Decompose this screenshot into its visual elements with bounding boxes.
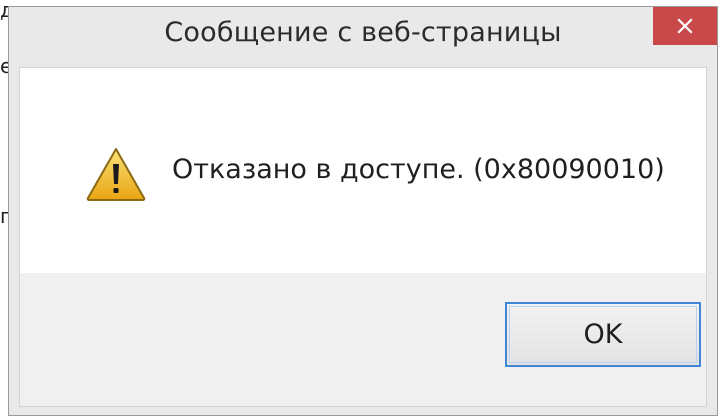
message-area: Отказано в доступе. (0x80090010) xyxy=(20,68,706,273)
dialog-title: Сообщение с веб-страницы xyxy=(164,17,562,48)
close-icon xyxy=(677,18,693,34)
close-button[interactable] xyxy=(653,7,717,45)
title-bar[interactable]: Сообщение с веб-страницы xyxy=(9,7,717,65)
ok-button-label: OK xyxy=(583,319,623,350)
message-dialog: Сообщение с веб-страницы Отказано в дост… xyxy=(8,6,718,416)
dialog-message: Отказано в доступе. (0x80090010) xyxy=(172,154,665,185)
warning-icon xyxy=(86,148,146,201)
dialog-client-area: Отказано в доступе. (0x80090010) OK xyxy=(19,67,707,407)
ok-button[interactable]: OK xyxy=(505,302,701,367)
button-bar: OK xyxy=(20,273,706,406)
